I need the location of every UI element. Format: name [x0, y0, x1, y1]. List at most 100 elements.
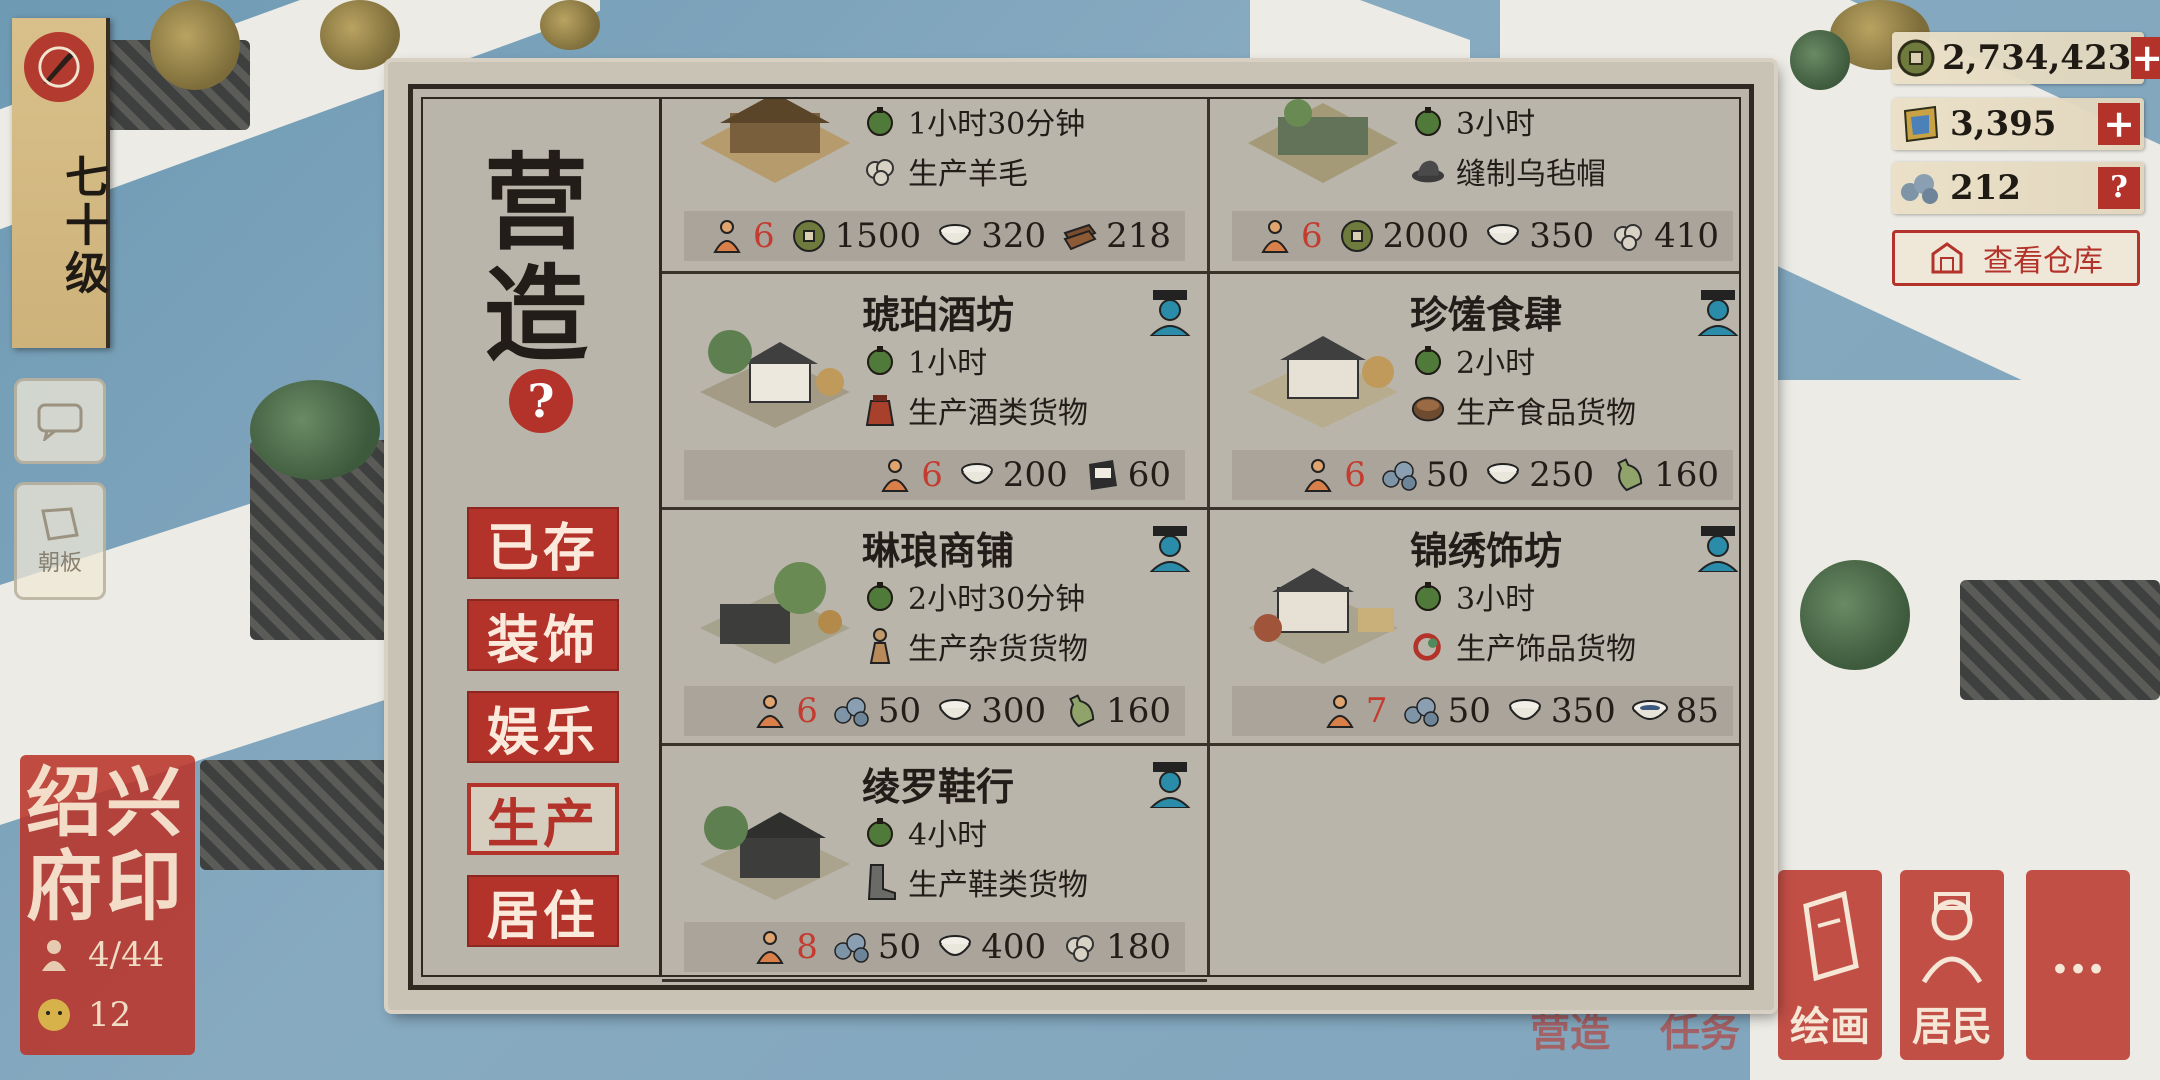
cost-value: 350	[1550, 691, 1616, 731]
wool-icon	[1060, 927, 1100, 967]
stone-resource: 212 ?	[1892, 162, 2144, 214]
worker-count: 6	[753, 216, 775, 256]
building-grid: 1小时30分钟 生产羊毛 6 1500 320 218 3小时 缝制乌毡帽 6 …	[662, 99, 1739, 982]
cost-value: 85	[1675, 691, 1719, 731]
category-entertainment[interactable]: 娱乐	[467, 691, 619, 763]
worker-count: 6	[1344, 455, 1366, 495]
rice-bowl-icon	[957, 455, 997, 495]
cost-value: 200	[1002, 455, 1068, 495]
cost-bar: 6 50 300 160	[684, 686, 1185, 736]
building-card-amber-winery[interactable]: 琥珀酒坊 1小时 生产酒类货物 6 200 60	[662, 274, 1207, 510]
court-board-button[interactable]: 朝板	[14, 482, 106, 600]
wool-icon	[1608, 216, 1648, 256]
worker-count: 6	[796, 691, 818, 731]
wood-plank-icon	[1060, 216, 1100, 256]
worker-icon	[1298, 455, 1338, 495]
timer-icon	[1410, 578, 1446, 614]
building-card-delicacy-eatery[interactable]: 珍馐食肆 2小时 生产食品货物 6 50 250 160	[1210, 274, 1755, 510]
timer-icon	[862, 342, 898, 378]
resident-portrait-icon	[1921, 892, 1983, 984]
building-name: 绫罗鞋行	[862, 764, 1015, 809]
product-text: 生产杂货货物	[908, 632, 1088, 667]
building-name: 珍馐食肆	[1410, 292, 1563, 337]
product-text: 生产鞋类货物	[908, 868, 1088, 903]
cost-bar: 6 50 250 160	[1232, 450, 1733, 500]
build-time: 1小时	[908, 346, 988, 381]
worker-icon	[750, 691, 790, 731]
vase-icon	[1608, 455, 1648, 495]
coin-icon	[1896, 34, 1936, 82]
more-button[interactable]: ···	[2026, 870, 2130, 1060]
worker-icon	[1255, 216, 1295, 256]
coin-icon	[1337, 216, 1377, 256]
building-card-jinxiu-ornament[interactable]: 锦绣饰坊 3小时 生产饰品货物 7 50 350 85	[1210, 510, 1755, 746]
city-seal-card[interactable]: 绍兴府印 4/44 12	[20, 755, 195, 1055]
court-board-label: 朝板	[37, 551, 82, 576]
category-residence[interactable]: 居住	[467, 875, 619, 947]
cost-bar: 6 200 60	[684, 450, 1185, 500]
cost-value: 218	[1106, 216, 1171, 256]
cost-value: 2000	[1382, 216, 1470, 256]
stone-help-button[interactable]: ?	[2098, 167, 2140, 209]
jade-gem-icon	[1896, 100, 1944, 148]
resident-face-icon	[38, 999, 70, 1031]
add-coins-button[interactable]: +	[2131, 37, 2160, 79]
cost-value: 410	[1654, 216, 1719, 256]
category-stored[interactable]: 已存	[467, 507, 619, 579]
build-time: 2小时	[1456, 346, 1536, 381]
building-card-linlang-shop[interactable]: 琳琅商铺 2小时30分钟 生产杂货货物 6 50 300 160	[662, 510, 1207, 746]
building-name: 琥珀酒坊	[862, 292, 1015, 337]
stone-icon	[832, 927, 872, 967]
view-warehouse-button[interactable]: 查看仓库	[1892, 230, 2140, 286]
jewelry-icon	[1410, 628, 1446, 664]
residents-button[interactable]: 居民	[1900, 870, 2004, 1060]
cost-value: 300	[981, 691, 1047, 731]
view-warehouse-label: 查看仓库	[1983, 244, 2103, 279]
cost-value: 50	[1425, 455, 1470, 495]
building-card[interactable]: 1小时30分钟 生产羊毛 6 1500 320 218	[662, 99, 1207, 271]
building-card[interactable]: 3小时 缝制乌毡帽 6 2000 350 410	[1210, 99, 1755, 271]
rice-bowl-icon	[935, 691, 975, 731]
rice-bowl-icon	[1483, 216, 1523, 256]
cost-value: 50	[877, 691, 922, 731]
official-avatar-icon	[1149, 526, 1191, 572]
category-decoration[interactable]: 装饰	[467, 599, 619, 671]
official-avatar-icon	[1697, 526, 1739, 572]
cost-value: 1500	[834, 216, 922, 256]
build-time: 2小时30分钟	[908, 582, 1086, 617]
stone-icon	[1896, 164, 1944, 212]
cost-bar: 8 50 400 180	[684, 922, 1185, 972]
ink-stone-icon	[1082, 455, 1122, 495]
gem-resource: 3,395 +	[1892, 98, 2144, 150]
build-panel: 营造 ? 已存 装饰 娱乐 生产 居住 1小时30分钟 生产羊毛 6 1500 …	[388, 62, 1774, 1010]
ornament-shop-thumbnail	[1248, 568, 1398, 664]
chat-button[interactable]	[14, 378, 106, 464]
product-text: 生产饰品货物	[1456, 632, 1636, 667]
cost-value: 160	[1106, 691, 1171, 731]
add-gems-button[interactable]: +	[2098, 103, 2140, 145]
cost-value: 180	[1106, 927, 1171, 967]
wool-icon	[862, 153, 898, 189]
product-text: 缝制乌毡帽	[1456, 157, 1606, 192]
painting-button[interactable]: 绘画	[1778, 870, 1882, 1060]
official-avatar-icon	[1149, 290, 1191, 336]
stone-value: 212	[1950, 168, 2021, 208]
category-production[interactable]: 生产	[467, 783, 619, 855]
player-level-text: 七十级	[57, 154, 108, 298]
stone-icon	[832, 691, 872, 731]
more-label: ···	[2050, 939, 2106, 1000]
building-name: 锦绣饰坊	[1410, 528, 1563, 573]
building-card-silk-shoe-shop[interactable]: 绫罗鞋行 4小时 生产鞋类货物 8 50 400 180	[662, 746, 1207, 982]
board-icon	[41, 507, 79, 541]
product-text: 生产酒类货物	[908, 396, 1088, 431]
coin-icon	[789, 216, 829, 256]
wine-jar-icon	[862, 392, 898, 428]
player-level-badge[interactable]: 七十级	[12, 18, 110, 348]
timer-icon	[1410, 103, 1446, 139]
panel-help-button[interactable]: ?	[509, 369, 573, 433]
worker-count: 6	[1301, 216, 1323, 256]
rice-bowl-icon	[935, 216, 975, 256]
building-thumbnail	[1248, 99, 1398, 183]
porcelain-bowl-icon	[1630, 691, 1670, 731]
worker-count: 7	[1365, 691, 1388, 731]
